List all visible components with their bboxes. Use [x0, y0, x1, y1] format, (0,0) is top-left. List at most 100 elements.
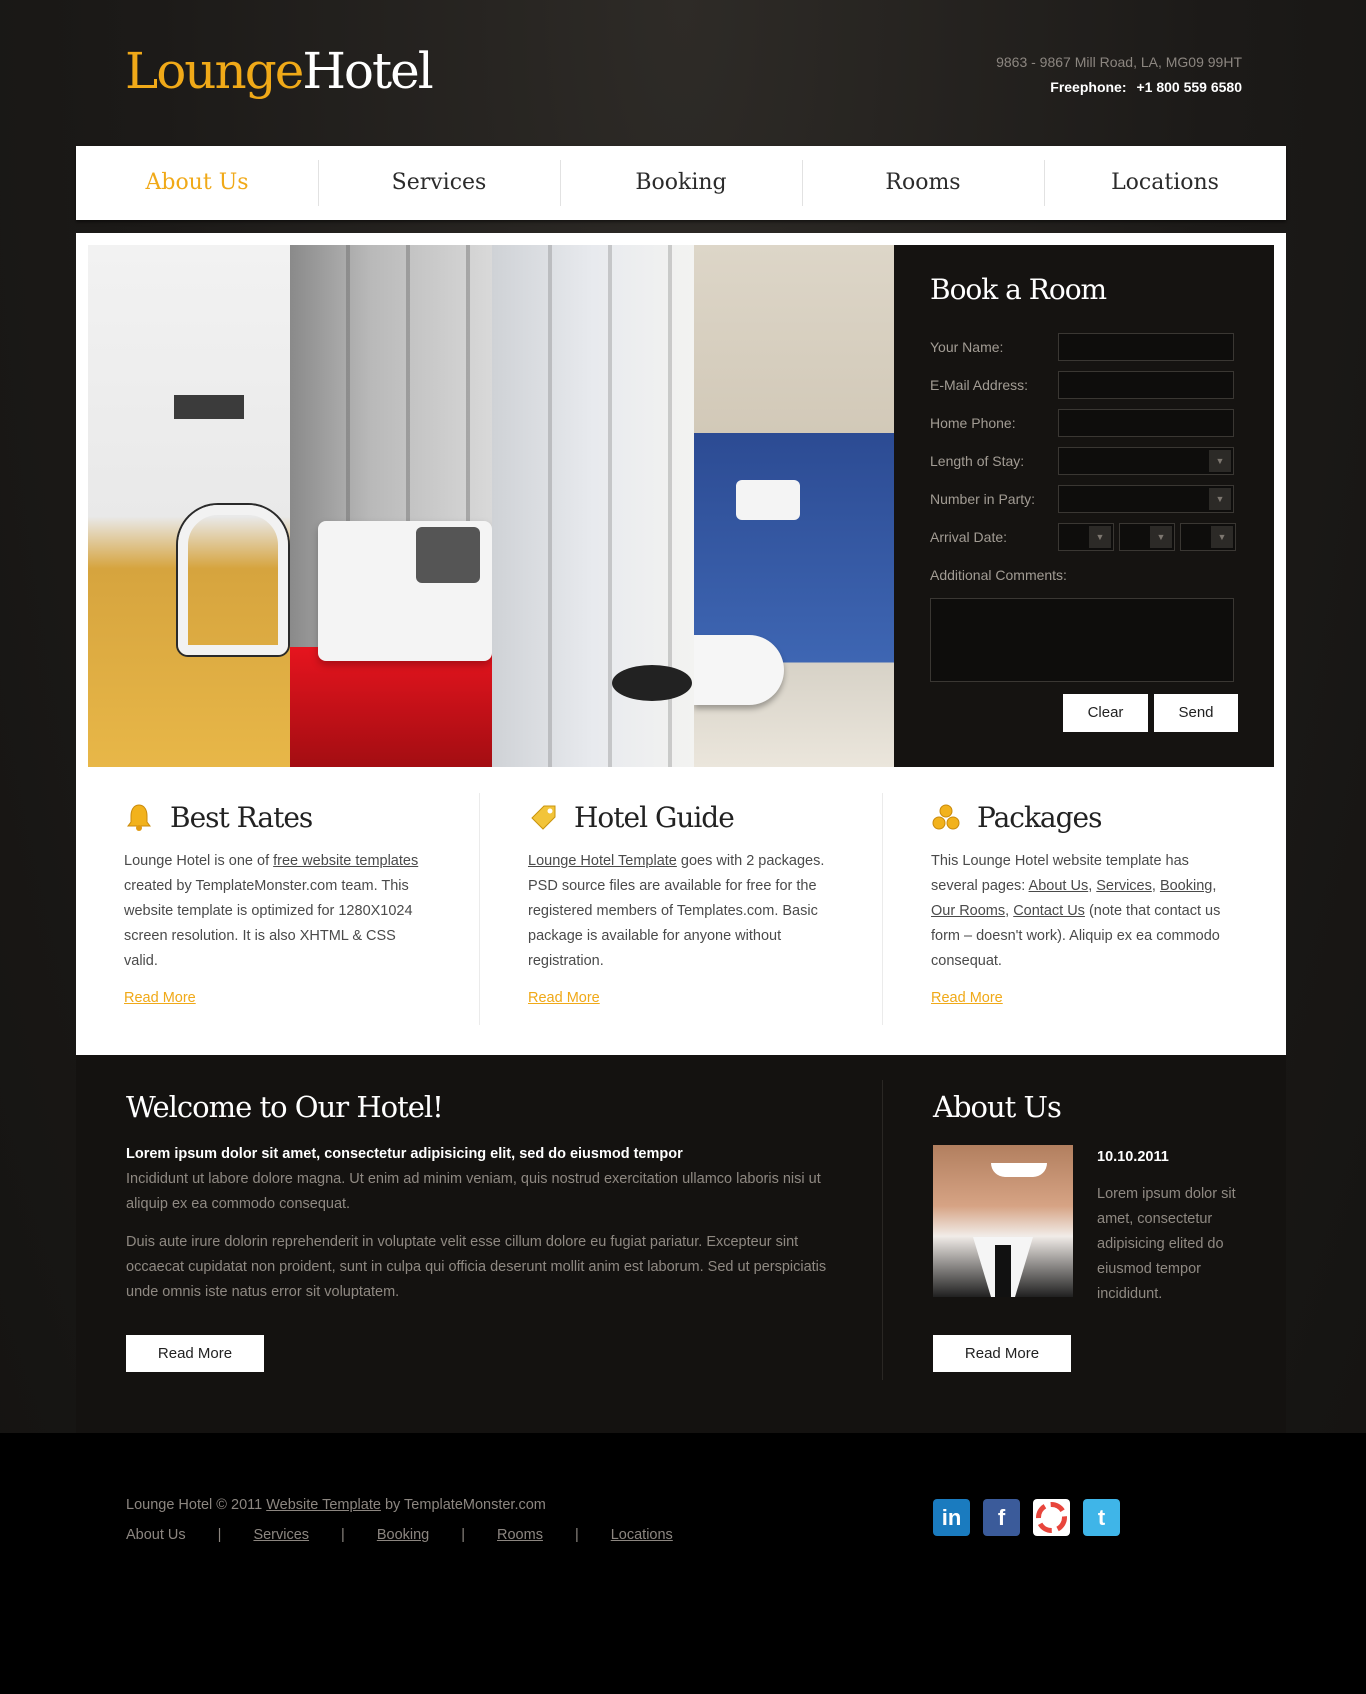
- content-section: Welcome to Our Hotel! Lorem ipsum dolor …: [76, 1055, 1286, 1433]
- copyright-text: by TemplateMonster.com: [380, 1497, 546, 1513]
- website-template-link[interactable]: Website Template: [266, 1497, 381, 1513]
- footer-link-about-us[interactable]: About Us: [126, 1527, 186, 1543]
- toilet: [694, 635, 784, 705]
- separator: |: [461, 1527, 466, 1543]
- about-block: About Us: [933, 1090, 1253, 1142]
- nav-item-booking[interactable]: Booking: [560, 160, 802, 206]
- best-rates-text: Lounge Hotel is one of free website temp…: [124, 849, 431, 974]
- best-rates-title: Best Rates: [170, 800, 313, 834]
- footer-link-rooms[interactable]: Rooms: [497, 1527, 543, 1543]
- main-nav: About Us Services Booking Rooms Location…: [76, 146, 1286, 220]
- chevron-down-icon: ▼: [1209, 488, 1231, 510]
- arrival-year-select[interactable]: ▼: [1180, 523, 1236, 551]
- chevron-down-icon: ▼: [1211, 526, 1233, 548]
- field-row-arrival: Arrival Date: ▼ ▼ ▼: [930, 518, 1238, 556]
- welcome-paragraph-2: Duis aute irure dolorin reprehenderit in…: [126, 1234, 827, 1300]
- contact-info: 9863 - 9867 Mill Road, LA, MG09 99HT Fre…: [996, 50, 1242, 100]
- link-contact-us[interactable]: Contact Us: [1013, 903, 1085, 919]
- welcome-read-more-button[interactable]: Read More: [126, 1335, 264, 1372]
- logo[interactable]: LoungeHotel: [125, 42, 434, 100]
- separator: |: [341, 1527, 345, 1543]
- lounge-template-link[interactable]: Lounge Hotel Template: [528, 853, 677, 869]
- send-button[interactable]: Send: [1154, 694, 1238, 732]
- clear-button[interactable]: Clear: [1063, 694, 1148, 732]
- packages-icon: [931, 802, 961, 832]
- linkedin-icon[interactable]: in: [933, 1499, 970, 1536]
- cushion: [416, 527, 480, 583]
- stay-select[interactable]: ▼: [1058, 447, 1234, 475]
- shelf: [174, 395, 244, 419]
- text: goes with 2 packages. PSD source files a…: [528, 853, 825, 969]
- link-our-rooms[interactable]: Our Rooms: [931, 903, 1005, 919]
- about-read-more-button[interactable]: Read More: [933, 1335, 1071, 1372]
- room-gallery: [88, 245, 894, 767]
- about-body: Lorem ipsum dolor sit amet, consectetur …: [1097, 1186, 1236, 1302]
- logo-part1: Lounge: [125, 42, 304, 100]
- column-heading: Packages: [931, 793, 1237, 841]
- logo-part2: Hotel: [302, 42, 433, 100]
- packages-text: This Lounge Hotel website template has s…: [931, 853, 1221, 969]
- name-input[interactable]: [1058, 333, 1234, 361]
- party-select[interactable]: ▼: [1058, 485, 1234, 513]
- gallery-image-bathroom: [694, 245, 894, 767]
- arrival-label: Arrival Date:: [930, 529, 1008, 545]
- form-buttons: Clear Send: [930, 694, 1238, 732]
- about-text: 10.10.2011 Lorem ipsum dolor sit amet, c…: [1097, 1145, 1247, 1307]
- phone-label-field: Home Phone:: [930, 415, 1016, 431]
- read-more-link[interactable]: Read More: [124, 990, 431, 1006]
- picasa-icon[interactable]: [1033, 1499, 1070, 1536]
- field-row-email: E-Mail Address:: [930, 366, 1238, 404]
- link-booking[interactable]: Booking: [1160, 878, 1212, 894]
- welcome-paragraph-1: Incididunt ut labore dolore magna. Ut en…: [126, 1171, 821, 1212]
- chevron-down-icon: ▼: [1089, 526, 1111, 548]
- phone-line: Freephone: +1 800 559 6580: [996, 75, 1242, 100]
- tie: [995, 1245, 1011, 1297]
- field-row-name: Your Name:: [930, 328, 1238, 366]
- facebook-icon[interactable]: f: [983, 1499, 1020, 1536]
- nav-item-about-us[interactable]: About Us: [76, 160, 318, 206]
- read-more-link[interactable]: Read More: [528, 990, 834, 1006]
- gallery-image-hallway: [492, 245, 694, 767]
- field-row-stay: Length of Stay: ▼: [930, 442, 1238, 480]
- field-row-phone: Home Phone:: [930, 404, 1238, 442]
- arrival-month-select[interactable]: ▼: [1119, 523, 1175, 551]
- copyright-text: Lounge Hotel © 2011: [126, 1497, 267, 1513]
- nav-item-locations[interactable]: Locations: [1044, 160, 1286, 206]
- flush-plate: [736, 480, 800, 520]
- link-about-us[interactable]: About Us: [1029, 878, 1089, 894]
- email-label: E-Mail Address:: [930, 377, 1029, 393]
- free-templates-link[interactable]: free website templates: [273, 853, 418, 869]
- smile: [991, 1163, 1047, 1177]
- column-best-rates: Best Rates Lounge Hotel is one of free w…: [76, 793, 479, 1025]
- comments-textarea[interactable]: [930, 598, 1234, 682]
- email-input[interactable]: [1058, 371, 1234, 399]
- footer-link-booking[interactable]: Booking: [377, 1527, 429, 1543]
- welcome-lead: Lorem ipsum dolor sit amet, consectetur …: [126, 1146, 683, 1162]
- about-date: 10.10.2011: [1097, 1149, 1169, 1165]
- welcome-block: Welcome to Our Hotel! Lorem ipsum dolor …: [126, 1090, 846, 1305]
- read-more-link[interactable]: Read More: [931, 990, 1237, 1006]
- comments-label: Additional Comments:: [930, 567, 1067, 583]
- column-hotel-guide: Hotel Guide Lounge Hotel Template goes w…: [479, 793, 882, 1025]
- packages-title: Packages: [977, 800, 1102, 834]
- phone-number: +1 800 559 6580: [1136, 79, 1243, 95]
- footer-link-services[interactable]: Services: [253, 1527, 309, 1543]
- chair: [178, 505, 288, 655]
- copyright: Lounge Hotel © 2011 Website Template by …: [126, 1497, 546, 1513]
- nav-item-rooms[interactable]: Rooms: [802, 160, 1044, 206]
- name-label: Your Name:: [930, 339, 1004, 355]
- field-row-comments: Additional Comments:: [930, 556, 1238, 594]
- nav-item-services[interactable]: Services: [318, 160, 560, 206]
- phone-input[interactable]: [1058, 409, 1234, 437]
- twitter-icon[interactable]: t: [1083, 1499, 1120, 1536]
- main-panel: Book a Room Your Name: E-Mail Address: H…: [76, 233, 1286, 1055]
- red-floor: [290, 647, 492, 767]
- arrival-day-select[interactable]: ▼: [1058, 523, 1114, 551]
- column-heading: Best Rates: [124, 793, 431, 841]
- divider: [882, 1080, 883, 1380]
- chevron-down-icon: ▼: [1209, 450, 1231, 472]
- link-services[interactable]: Services: [1096, 878, 1152, 894]
- footer-link-locations[interactable]: Locations: [611, 1527, 673, 1543]
- booking-form: Book a Room Your Name: E-Mail Address: H…: [894, 245, 1274, 767]
- hotel-guide-text: Lounge Hotel Template goes with 2 packag…: [528, 849, 834, 974]
